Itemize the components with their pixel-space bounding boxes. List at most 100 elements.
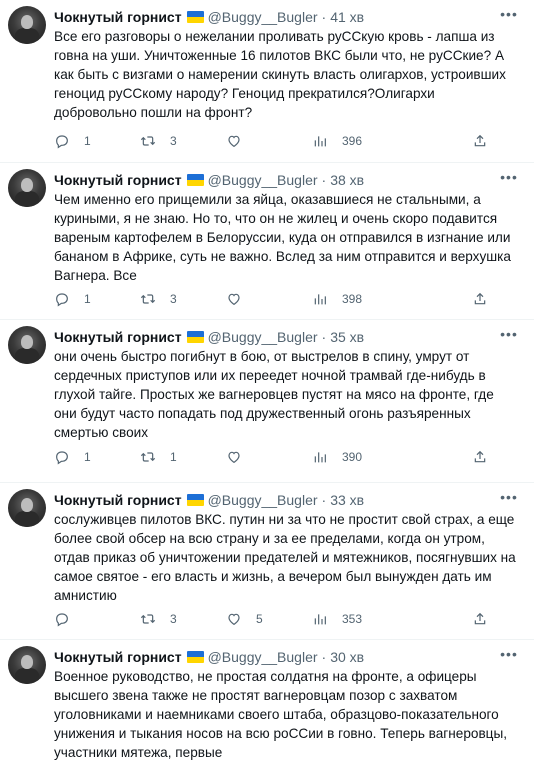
tweet[interactable]: Чокнутый горнист @Buggy__Bugler · 41 хв •••… [0,0,534,163]
like-count: 5 [256,612,263,626]
reply-count: 1 [84,134,91,148]
share-button[interactable] [472,289,488,309]
avatar[interactable] [8,326,46,364]
author-name[interactable]: Чокнутый горнист [54,9,182,25]
tweet-header: Чокнутый горнист @Buggy__Bugler · 41 хв [54,8,364,26]
ukraine-flag-icon [186,11,204,23]
tweet-text: Чем именно его прищемили за яйца, оказав… [54,192,511,283]
tweet-text: сослуживцев пилотов ВКС. путин ни за что… [54,512,516,603]
retweet-count: 3 [170,612,177,626]
retweet-icon [140,452,156,462]
like-button[interactable] [226,131,264,151]
author-name[interactable]: Чокнутый горнист [54,649,182,665]
tweet-text: они очень быстро погибнут в бою, от выст… [54,349,494,440]
tweet-header: Чокнутый горнист @Buggy__Bugler · 33 хв [54,491,364,509]
ukraine-flag-icon [186,651,204,663]
tweet[interactable]: Чокнутый горнист @Buggy__Bugler · 33 хв •••… [0,483,534,640]
tweet-header: Чокнутый горнист @Buggy__Bugler · 30 хв [54,648,364,666]
more-icon[interactable]: ••• [498,487,520,507]
timestamp[interactable]: 35 хв [330,329,364,345]
author-handle[interactable]: @Buggy__Bugler [208,9,318,25]
author-name[interactable]: Чокнутый горнист [54,492,182,508]
views-icon [314,452,326,463]
more-icon[interactable]: ••• [498,644,520,664]
tweet[interactable]: Чокнутый горнист @Buggy__Bugler · 38 хв •••… [0,163,534,320]
separator-dot: · [321,329,327,345]
retweet-button[interactable]: 3 [140,609,178,629]
author-handle[interactable]: @Buggy__Bugler [208,329,318,345]
like-button[interactable]: 5 [226,609,264,629]
views-count: 353 [342,612,363,626]
ukraine-flag-icon [186,494,204,506]
retweet-icon [140,614,156,624]
views-count: 396 [342,134,363,148]
timestamp[interactable]: 38 хв [330,172,364,188]
timestamp[interactable]: 41 хв [330,9,364,25]
separator-dot: · [321,649,327,665]
share-icon [474,450,486,463]
tweet-header: Чокнутый горнист @Buggy__Bugler · 35 хв [54,328,364,346]
views-count: 390 [342,450,363,464]
reply-icon [56,613,68,627]
like-button[interactable] [226,447,264,467]
tweet[interactable]: Чокнутый горнист @Buggy__Bugler · 35 хв •••… [0,320,534,483]
like-icon [228,135,240,148]
author-name[interactable]: Чокнутый горнист [54,329,182,345]
tweet-text: Все его разговоры о нежелании проливать … [54,29,506,120]
views-button[interactable]: 396 [312,131,362,151]
separator-dot: · [321,492,327,508]
more-icon[interactable]: ••• [498,324,520,344]
tweet-actions: 1 3 398 [54,289,524,309]
tweet-actions: 3 5 353 [54,609,524,629]
like-button[interactable] [226,289,264,309]
tweet-actions: 1 3 396 [54,131,524,151]
share-button[interactable] [472,131,488,151]
share-button[interactable] [472,609,488,629]
reply-icon [56,451,68,465]
like-icon [228,451,240,464]
views-button[interactable]: 353 [312,609,362,629]
share-icon [474,292,486,305]
separator-dot: · [321,9,327,25]
like-icon [228,293,240,306]
views-icon [314,294,326,305]
more-icon[interactable]: ••• [498,4,520,24]
author-handle[interactable]: @Buggy__Bugler [208,492,318,508]
retweet-button[interactable]: 3 [140,289,178,309]
avatar[interactable] [8,646,46,684]
views-button[interactable]: 398 [312,289,362,309]
retweet-count: 3 [170,292,177,306]
reply-button[interactable] [54,609,92,629]
ukraine-flag-icon [186,331,204,343]
views-icon [314,614,326,625]
tweet-text: Военное руководство, не простая солдатня… [54,669,508,760]
author-name[interactable]: Чокнутый горнист [54,172,182,188]
reply-button[interactable]: 1 [54,447,92,467]
tweet[interactable]: Чокнутый горнист @Buggy__Bugler · 30 хв •••… [0,640,534,766]
like-icon [228,613,240,626]
reply-button[interactable]: 1 [54,131,92,151]
author-handle[interactable]: @Buggy__Bugler [208,172,318,188]
tweet-header: Чокнутый горнист @Buggy__Bugler · 38 хв [54,171,364,189]
reply-count: 1 [84,450,91,464]
share-icon [474,612,486,625]
retweet-count: 1 [170,450,177,464]
reply-count: 1 [84,292,91,306]
avatar[interactable] [8,6,46,44]
retweet-button[interactable]: 3 [140,131,178,151]
retweet-count: 3 [170,134,177,148]
retweet-button[interactable]: 1 [140,447,178,467]
author-handle[interactable]: @Buggy__Bugler [208,649,318,665]
timestamp[interactable]: 30 хв [330,649,364,665]
share-button[interactable] [472,447,488,467]
reply-icon [56,135,68,149]
views-count: 398 [342,292,363,306]
avatar[interactable] [8,489,46,527]
more-icon[interactable]: ••• [498,167,520,187]
timestamp[interactable]: 33 хв [330,492,364,508]
reply-button[interactable]: 1 [54,289,92,309]
avatar[interactable] [8,169,46,207]
separator-dot: · [321,172,327,188]
retweet-icon [140,136,156,146]
views-button[interactable]: 390 [312,447,362,467]
